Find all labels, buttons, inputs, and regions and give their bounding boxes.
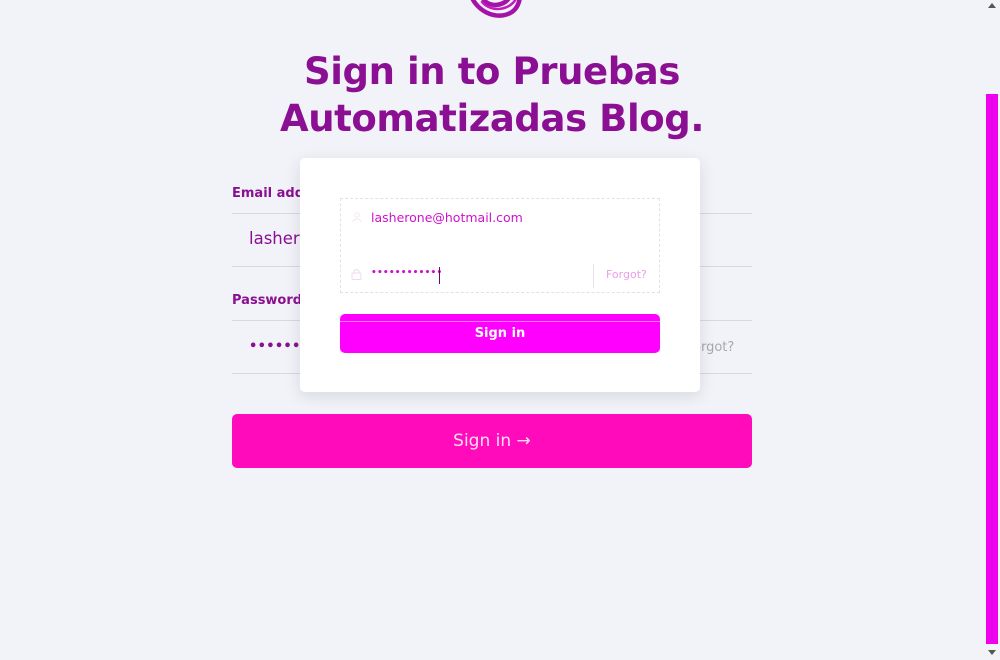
overlay-forgot-password-link[interactable]: Forgot?	[606, 268, 647, 281]
scroll-down-arrow-icon[interactable]	[988, 650, 996, 655]
swirl-logo-icon	[470, 0, 522, 18]
overlay-sign-in-button[interactable]: Sign in	[340, 314, 660, 353]
user-icon	[352, 212, 362, 222]
password-label: Password	[232, 293, 303, 308]
lock-icon	[351, 269, 362, 280]
overlay-forgot-divider	[593, 264, 594, 288]
scroll-up-arrow-icon[interactable]	[988, 3, 996, 8]
overlay-button-highlight	[340, 321, 660, 322]
overlay-password-field[interactable]: ••••••••••••	[371, 268, 442, 278]
vertical-scrollbar[interactable]	[984, 0, 1000, 660]
text-cursor	[439, 267, 440, 284]
page-title-line2: Automatizadas Blog.	[279, 97, 705, 140]
sign-in-button[interactable]: Sign in →	[232, 414, 752, 468]
overlay-sign-in-card: lasherone@hotmail.com •••••••••••• Forgo…	[300, 158, 700, 392]
page-title: Sign in to Pruebas Automatizadas Blog.	[250, 48, 734, 142]
page-title-line1: Sign in to Pruebas	[303, 50, 680, 93]
scrollbar-thumb[interactable]	[986, 94, 998, 644]
overlay-email-field[interactable]: lasherone@hotmail.com	[371, 210, 523, 225]
